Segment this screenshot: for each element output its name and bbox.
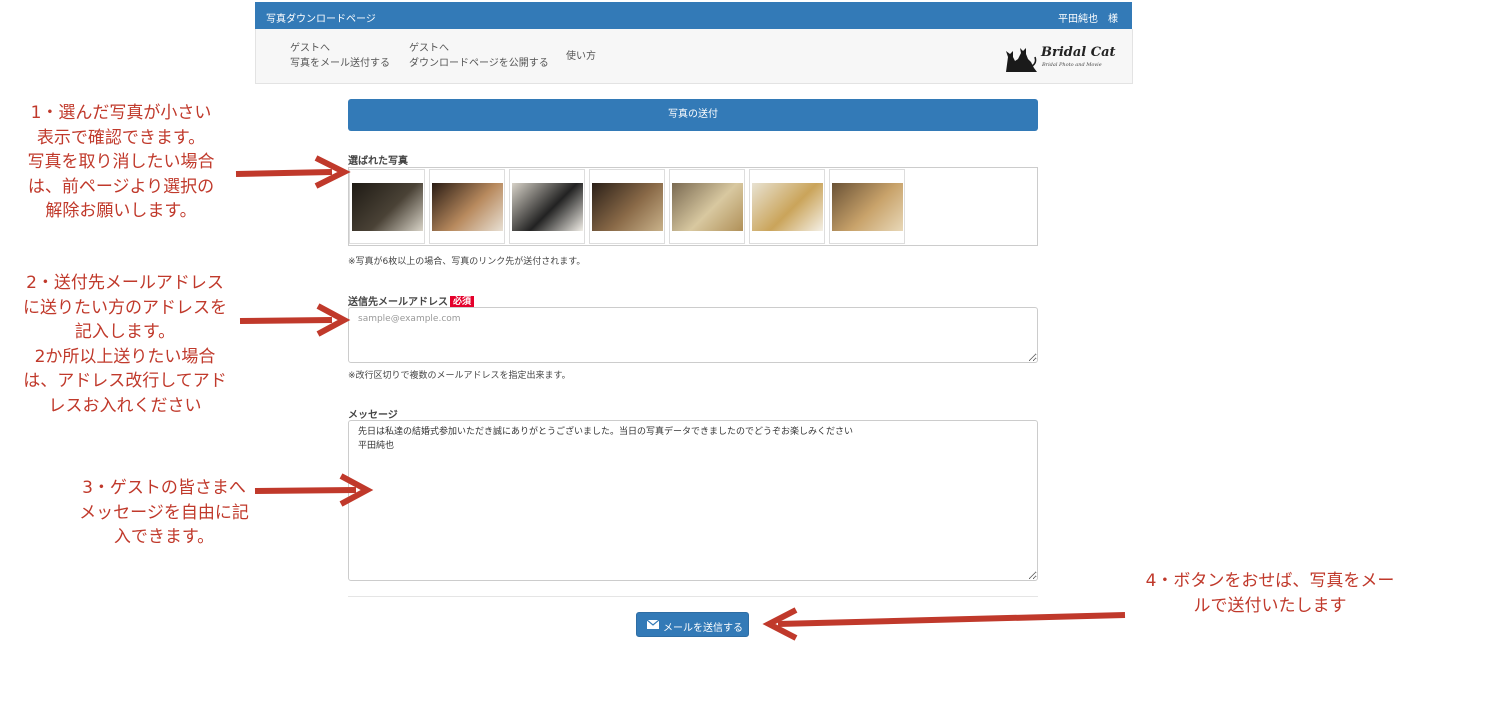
- arrow-icon: [239, 303, 351, 337]
- arrow-icon: [762, 607, 1126, 641]
- annotation-arrows: [235, 155, 1126, 641]
- arrow-icon: [254, 473, 374, 507]
- arrow-icon: [235, 155, 351, 189]
